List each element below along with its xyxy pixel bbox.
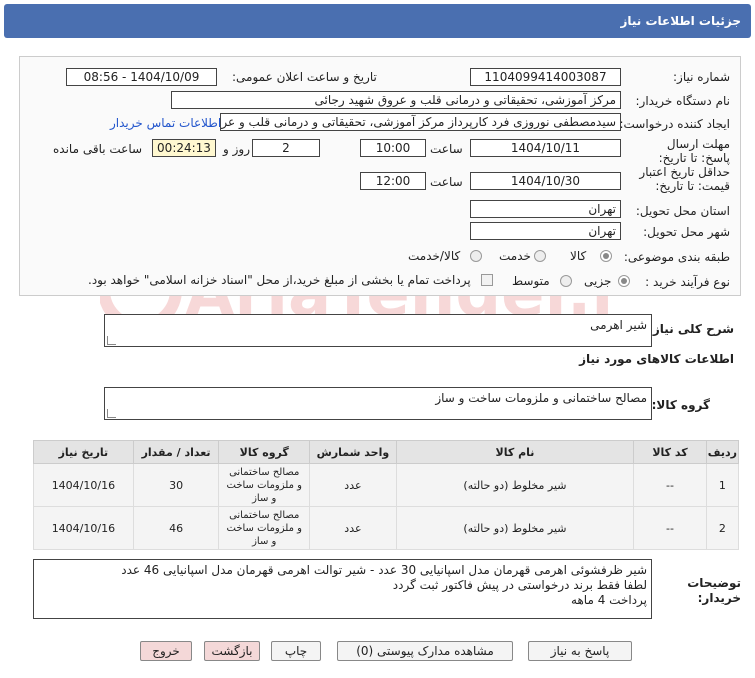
col-header-row: ردیف	[705, 440, 740, 464]
attachments-button[interactable]: مشاهده مدارک پیوستی (0)	[337, 641, 513, 661]
announce-label: تاریخ و ساعت اعلان عمومی:	[232, 70, 377, 84]
deadline-label: مهلت ارسال پاسخ: تا تاریخ:	[658, 137, 730, 165]
buyer-notes-label: توضیحات خریدار:	[687, 576, 741, 605]
buyer-notes-line-1: شیر ظرفشوئی اهرمی قهرمان مدل اسپانیایی 3…	[121, 563, 647, 577]
remaining-time-field: 00:24:13	[152, 139, 216, 157]
treasury-payment-checkbox[interactable]	[481, 274, 493, 286]
cell-unit: عدد	[309, 506, 397, 550]
need-number-label: شماره نیاز:	[673, 70, 730, 84]
cell-code: --	[633, 463, 707, 507]
creator-label: ایجاد کننده درخواست:	[619, 117, 730, 131]
category-radio-service[interactable]	[534, 250, 546, 262]
table-row: 1 -- شیر مخلوط (دو حالته) عدد مصالح ساخت…	[33, 463, 740, 507]
category-option-service: خدمت	[499, 249, 531, 263]
buyer-notes-line-2: لطفا فقط برند درخواستی در پیش فاکتور ثبت…	[392, 578, 647, 592]
category-label: طبقه بندی موضوعی:	[623, 250, 730, 264]
buyer-field: مرکز آموزشی، تحقیقاتی و درمانی قلب و عرو…	[171, 91, 621, 109]
process-option-minor: جزیی	[584, 274, 612, 288]
category-radio-goods[interactable]	[600, 250, 612, 262]
creator-field: سیدمصطفی نوروزی فرد کارپرداز مرکز آموزشی…	[220, 113, 621, 131]
city-field: تهران	[470, 222, 621, 240]
goods-info-title: اطلاعات کالاهای مورد نیاز	[579, 352, 734, 366]
buyer-notes-line-3: پرداخت 4 ماهه	[571, 593, 647, 607]
summary-label: شرح کلی نیاز:	[648, 322, 734, 336]
cell-date: 1404/10/16	[33, 463, 134, 507]
process-option-medium: متوسط	[512, 274, 550, 288]
cell-unit: عدد	[309, 463, 397, 507]
validity-time-label: ساعت	[430, 175, 463, 189]
cell-qty: 46	[132, 506, 220, 550]
cell-date: 1404/10/16	[33, 506, 134, 550]
process-radio-minor[interactable]	[618, 275, 630, 287]
table-row: 2 -- شیر مخلوط (دو حالته) عدد مصالح ساخت…	[33, 506, 740, 550]
days-field: 2	[252, 139, 320, 157]
goods-group-label: گروه کالا:	[651, 398, 710, 412]
summary-textarea[interactable]: شیر اهرمی	[104, 314, 652, 347]
province-label: استان محل تحویل:	[635, 204, 730, 218]
buyer-notes-textarea[interactable]: شیر ظرفشوئی اهرمی قهرمان مدل اسپانیایی 3…	[33, 559, 652, 619]
process-label: نوع فرآیند خرید :	[645, 275, 730, 289]
col-header-unit: واحد شمارش	[309, 440, 397, 464]
deadline-time-label: ساعت	[430, 142, 463, 156]
cell-row: 1	[705, 463, 740, 507]
cell-name: شیر مخلوط (دو حالته)	[395, 463, 635, 507]
payment-note: پرداخت تمام یا بخشی از مبلغ خرید،از محل …	[88, 273, 471, 287]
category-option-goods: کالا	[570, 249, 587, 263]
category-radio-both[interactable]	[470, 250, 482, 262]
col-header-code: کد کالا	[633, 440, 707, 464]
city-label: شهر محل تحویل:	[643, 225, 730, 239]
resize-handle-icon[interactable]	[107, 336, 116, 345]
province-field: تهران	[470, 200, 621, 218]
process-radio-medium[interactable]	[560, 275, 572, 287]
back-button[interactable]: بازگشت	[204, 641, 260, 661]
goods-group-textarea[interactable]: مصالح ساختمانی و ملزومات ساخت و ساز	[104, 387, 652, 420]
col-header-name: نام کالا	[395, 440, 635, 464]
respond-button[interactable]: پاسخ به نیاز	[528, 641, 632, 661]
validity-time-field: 12:00	[360, 172, 426, 190]
cell-row: 2	[705, 506, 740, 550]
summary-text: شیر اهرمی	[590, 318, 647, 332]
cell-group: مصالح ساختمانی و ملزومات ساخت و ساز	[218, 463, 311, 507]
deadline-date-field: 1404/10/11	[470, 139, 621, 157]
print-button[interactable]: چاپ	[271, 641, 321, 661]
need-number-field: 1104099414003087	[470, 68, 621, 86]
cell-name: شیر مخلوط (دو حالته)	[395, 506, 635, 550]
exit-button[interactable]: خروج	[140, 641, 192, 661]
days-label: روز و	[223, 142, 250, 156]
col-header-group: گروه کالا	[218, 440, 311, 464]
contact-info-link[interactable]: اطلاعات تماس خریدار	[110, 116, 221, 130]
remaining-label: ساعت باقی مانده	[53, 142, 143, 156]
col-header-date: تاریخ نیاز	[33, 440, 134, 464]
category-option-both: کالا/خدمت	[408, 249, 461, 263]
validity-label: حداقل تاریخ اعتبار قیمت: تا تاریخ:	[639, 165, 730, 193]
buyer-label: نام دستگاه خریدار:	[635, 94, 731, 108]
col-header-qty: تعداد / مقدار	[132, 440, 220, 464]
cell-qty: 30	[132, 463, 220, 507]
goods-group-text: مصالح ساختمانی و ملزومات ساخت و ساز	[435, 391, 647, 405]
goods-table: ردیف کد کالا نام کالا واحد شمارش گروه کا…	[33, 440, 740, 550]
cell-code: --	[633, 506, 707, 550]
validity-date-field: 1404/10/30	[470, 172, 621, 190]
cell-group: مصالح ساختمانی و ملزومات ساخت و ساز	[218, 506, 311, 550]
page-title: جزئیات اطلاعات نیاز	[4, 4, 751, 38]
deadline-time-field: 10:00	[360, 139, 426, 157]
announce-field: 1404/10/09 - 08:56	[66, 68, 217, 86]
resize-handle-icon[interactable]	[107, 409, 116, 418]
